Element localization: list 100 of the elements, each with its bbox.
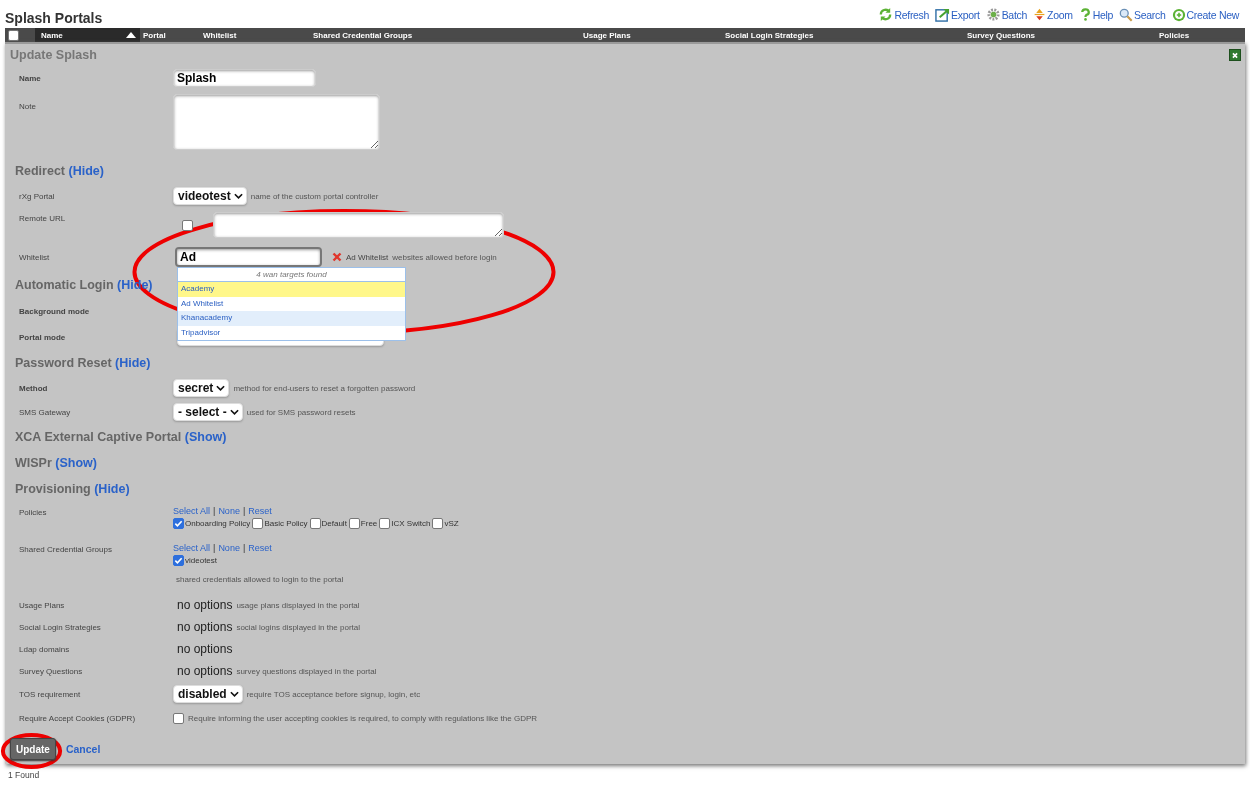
select-field[interactable]: secret — [173, 379, 230, 397]
suggestion-item[interactable]: Khanacademy — [178, 311, 405, 326]
highlight-ellipse — [2, 734, 61, 768]
field-label: rXg Portal — [18, 191, 56, 201]
checkbox-label: Basic Policy — [264, 519, 308, 528]
separator-text: | — [213, 543, 216, 553]
search-icon — [1119, 7, 1134, 22]
column-header[interactable]: Survey Questions — [905, 28, 1135, 42]
form-title: Update Splash — [10, 48, 97, 62]
select-all-checkbox[interactable] — [8, 29, 19, 41]
field-label: Name — [18, 73, 42, 83]
column-header[interactable]: Portal — [140, 28, 200, 42]
hint-text: websites allowed before login — [392, 252, 497, 262]
suggestion-item[interactable]: Tripadvisor — [178, 325, 405, 340]
toggle-link[interactable]: (Show) — [184, 430, 227, 444]
section-title: Provisioning — [15, 482, 91, 496]
chevron-icon — [229, 691, 239, 697]
select-link[interactable]: Select All — [173, 506, 211, 516]
column-header[interactable]: Shared Credential Groups — [300, 28, 565, 42]
field-label: Usage Plans — [18, 600, 66, 610]
checkbox[interactable] — [252, 518, 264, 529]
checkbox[interactable] — [173, 712, 184, 724]
column-header[interactable]: Whitelist — [200, 28, 300, 42]
cancel-link[interactable]: Cancel — [65, 743, 101, 755]
field-label: Ldap domains — [18, 644, 71, 654]
text-field[interactable]: Ad — [175, 247, 322, 267]
checkbox[interactable] — [379, 518, 391, 529]
hint-text: usage plans displayed in the portal — [236, 600, 360, 610]
field-label: Survey Questions — [18, 666, 84, 676]
hint-text: require TOS acceptance before signup, login, etc — [246, 689, 421, 699]
gear-icon — [985, 7, 1001, 22]
section-title: XCA External Captive Portal — [15, 430, 182, 444]
select-field[interactable]: - select - — [173, 403, 243, 421]
hint-text: survey questions displayed in the portal — [236, 666, 377, 676]
field-label: Portal mode — [18, 332, 67, 342]
page-title: Splash Portals — [5, 10, 103, 28]
field-label: Background mode — [18, 306, 91, 316]
field-label: Policies — [18, 507, 48, 517]
toolbar-link[interactable]: Export — [935, 7, 980, 22]
hint-text: method for end-users to reset a forgotten password — [233, 383, 416, 393]
toolbar-link[interactable]: Refresh — [878, 7, 930, 22]
column-header[interactable]: Policies — [1135, 28, 1245, 42]
suggestion-item[interactable]: Ad Whitelist — [178, 296, 405, 311]
hint-text: social logins displayed in the portal — [236, 622, 361, 632]
field-label: Remote URL — [18, 213, 67, 223]
column-header[interactable]: Name — [35, 28, 140, 42]
select-field[interactable]: videotest — [173, 187, 247, 205]
toggle-link[interactable]: (Hide) — [115, 356, 151, 370]
toolbar-link[interactable]: Batch — [985, 7, 1027, 22]
update-button[interactable]: Update — [10, 738, 56, 760]
checkbox[interactable] — [432, 518, 444, 529]
checkbox-label: vSZ — [444, 519, 459, 528]
checkbox-label: Onboarding Policy — [185, 519, 251, 528]
suggestion-item[interactable]: Academy — [178, 282, 405, 297]
checkbox-label: Free — [360, 519, 378, 528]
select-link[interactable]: Select All — [173, 543, 211, 553]
chevron-icon — [233, 193, 243, 199]
close-button[interactable] — [1229, 49, 1241, 61]
empty-text: no options — [177, 598, 233, 612]
chevron-icon — [216, 385, 226, 391]
column-header[interactable]: Usage Plans — [565, 28, 705, 42]
checkbox[interactable] — [309, 518, 321, 529]
text-field[interactable]: Splash — [173, 69, 316, 87]
field-label: SMS Gateway — [18, 407, 72, 417]
field-label: Note — [18, 101, 37, 111]
checkbox-label: videotest — [185, 556, 218, 565]
hint-text: used for SMS password resets — [246, 407, 356, 417]
empty-text: no options — [177, 664, 233, 678]
section-title: Redirect — [15, 164, 66, 178]
select-field[interactable]: disabled — [173, 685, 243, 703]
toolbar-link[interactable]: Create New — [1171, 7, 1239, 22]
checkbox-label: ICX Switch — [391, 519, 431, 528]
remove-icon[interactable] — [332, 252, 342, 262]
column-header[interactable]: Social Login Strategies — [705, 28, 905, 42]
select-link[interactable]: None — [218, 506, 240, 516]
refresh-icon — [878, 7, 894, 22]
toolbar-link[interactable]: Help — [1078, 7, 1114, 22]
toggle-link[interactable]: (Show) — [55, 456, 97, 470]
separator-text: | — [242, 543, 246, 553]
toolbar-link[interactable]: Search — [1119, 7, 1166, 22]
vertical-arrows-icon — [1033, 7, 1046, 22]
plus-circle-icon — [1171, 7, 1186, 22]
toggle-link[interactable]: (Hide) — [68, 164, 104, 178]
hint-text: name of the custom portal controller — [250, 191, 379, 201]
help-icon — [1078, 7, 1092, 22]
empty-text: no options — [177, 642, 233, 656]
sort-arrow-icon — [126, 32, 136, 38]
result-count: 1 Found — [7, 770, 41, 780]
hint-text: Require informing the user accepting cookies is required, to comply with regulations like the GDPR — [188, 713, 538, 723]
checkbox[interactable] — [173, 518, 184, 529]
checkbox[interactable] — [348, 518, 360, 529]
toggle-link[interactable]: (Hide) — [94, 482, 130, 496]
select-link[interactable]: Reset — [248, 506, 272, 516]
field-label: Social Login Strategies — [18, 622, 102, 632]
select-link[interactable]: Reset — [248, 543, 272, 553]
field-label: Whitelist — [18, 252, 51, 262]
toolbar-link[interactable]: Zoom — [1033, 7, 1073, 22]
select-link[interactable]: None — [218, 543, 240, 553]
checkbox[interactable] — [173, 555, 184, 566]
checkbox[interactable] — [182, 219, 193, 231]
